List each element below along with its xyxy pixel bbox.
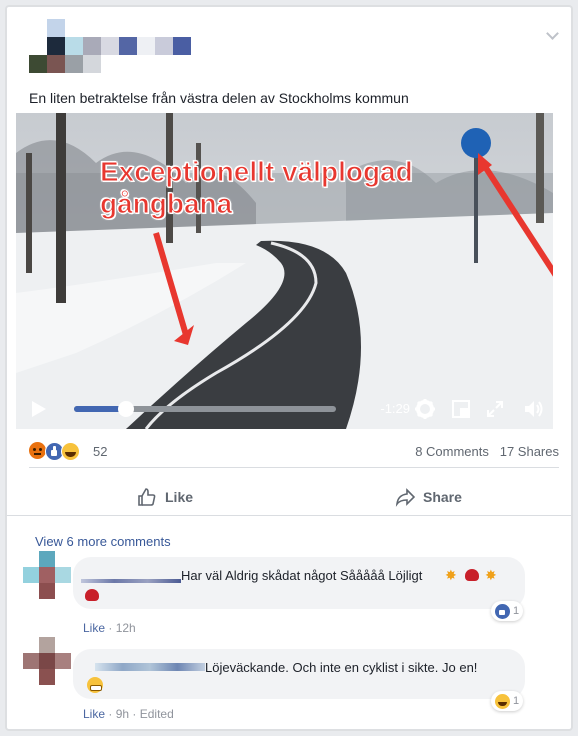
divider — [7, 515, 571, 516]
comment-reaction[interactable]: 1 — [491, 601, 524, 621]
post-caption: En liten betraktelse från västra delen a… — [29, 90, 409, 106]
boxing-glove-icon — [85, 589, 99, 601]
collision-emoji-icon: ✸ — [485, 567, 497, 583]
comment-like-link[interactable]: Like — [83, 707, 105, 721]
divider — [29, 467, 559, 468]
comment-reaction[interactable]: 1 — [491, 691, 524, 711]
post-stats: 52 8 Comments 17 Shares — [29, 439, 559, 463]
thumbs-up-icon — [138, 488, 156, 506]
fullscreen-icon[interactable] — [486, 400, 504, 418]
comment-item: Har väl Aldrig skådat något Sååååå Löjli… — [7, 547, 571, 637]
reaction-count: 1 — [513, 695, 520, 707]
comment-time[interactable]: 9h — [116, 707, 129, 721]
comment-bubble: Har väl Aldrig skådat något Sååååå Löjli… — [73, 557, 525, 609]
overlay-line-2: gångbana — [99, 188, 233, 219]
share-arrow-icon — [395, 488, 415, 507]
bike-sign — [461, 128, 491, 158]
share-button[interactable]: Share — [395, 479, 462, 515]
haha-icon[interactable] — [61, 442, 80, 461]
share-label: Share — [423, 489, 462, 505]
volume-icon[interactable] — [522, 397, 546, 421]
comment-meta: Like · 9h · Edited — [83, 707, 174, 721]
time-remaining: -1:29 — [380, 401, 410, 416]
video-player[interactable]: Exceptionellt välplogad gångbana -1:29 — [16, 113, 553, 429]
progress-handle[interactable] — [118, 401, 135, 417]
post-actions: Like Share — [29, 479, 559, 515]
progress-bar[interactable] — [74, 401, 336, 417]
comment-text: Löjeväckande. Och inte en cyklist i sikt… — [205, 660, 478, 675]
commenter-name-pixelated[interactable] — [81, 579, 181, 583]
shares-count[interactable]: 17 Shares — [500, 444, 559, 459]
like-button[interactable]: Like — [137, 479, 193, 515]
reaction-count: 1 — [513, 605, 520, 617]
angry-icon[interactable] — [29, 442, 46, 459]
boxing-glove-icon — [465, 569, 479, 581]
play-icon[interactable] — [32, 401, 46, 417]
commenter-name-pixelated[interactable] — [95, 663, 205, 671]
collision-emoji-icon: ✸ — [445, 567, 457, 583]
grin-emoji-icon — [87, 677, 103, 693]
reactions-count[interactable]: 52 — [93, 444, 107, 459]
like-icon — [495, 603, 510, 619]
comment-bubble: Löjeväckande. Och inte en cyklist i sikt… — [73, 649, 525, 699]
video-controls: -1:29 — [16, 389, 553, 429]
comment-text: Har väl Aldrig skådat något Sååååå Löjli… — [181, 568, 423, 583]
settings-gear-icon[interactable] — [414, 398, 436, 420]
comments-shares: 8 Comments 17 Shares — [415, 444, 559, 459]
comments-count[interactable]: 8 Comments — [415, 444, 489, 459]
edited-label: Edited — [139, 707, 174, 721]
comment-item: Löjeväckande. Och inte en cyklist i sikt… — [7, 633, 571, 723]
chevron-down-icon[interactable] — [546, 27, 559, 40]
haha-icon — [495, 693, 510, 709]
post-card: En liten betraktelse från västra delen a… — [6, 6, 572, 730]
like-label: Like — [165, 489, 194, 505]
pip-icon[interactable] — [452, 400, 470, 418]
overlay-line-1: Exceptionellt välplogad — [100, 156, 414, 187]
